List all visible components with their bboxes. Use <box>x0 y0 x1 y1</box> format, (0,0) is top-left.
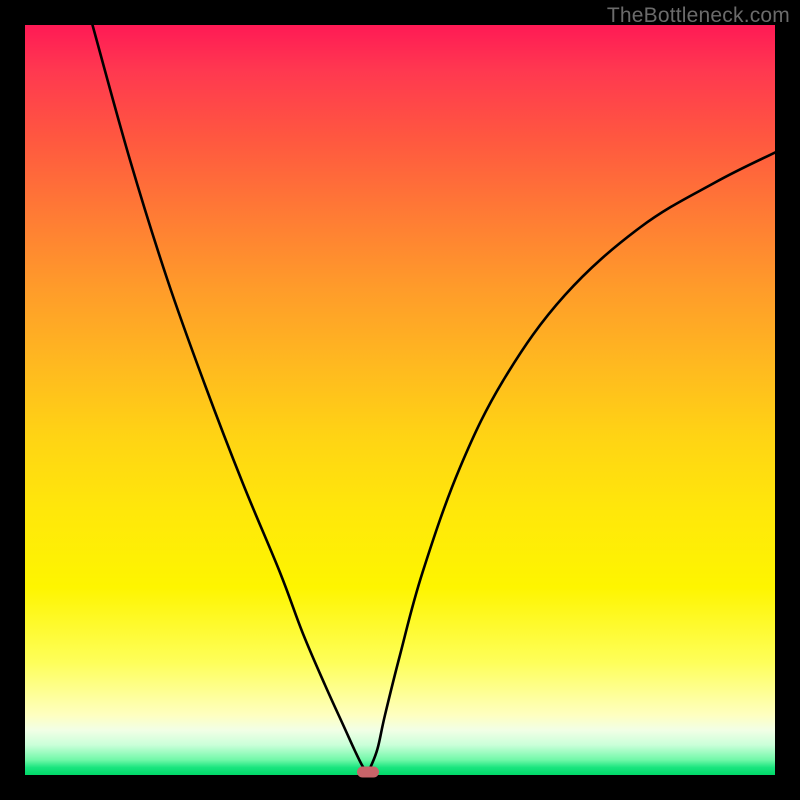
curve-svg <box>25 25 775 775</box>
plot-area <box>25 25 775 775</box>
curve-path <box>93 25 776 772</box>
chart-frame: TheBottleneck.com <box>0 0 800 800</box>
